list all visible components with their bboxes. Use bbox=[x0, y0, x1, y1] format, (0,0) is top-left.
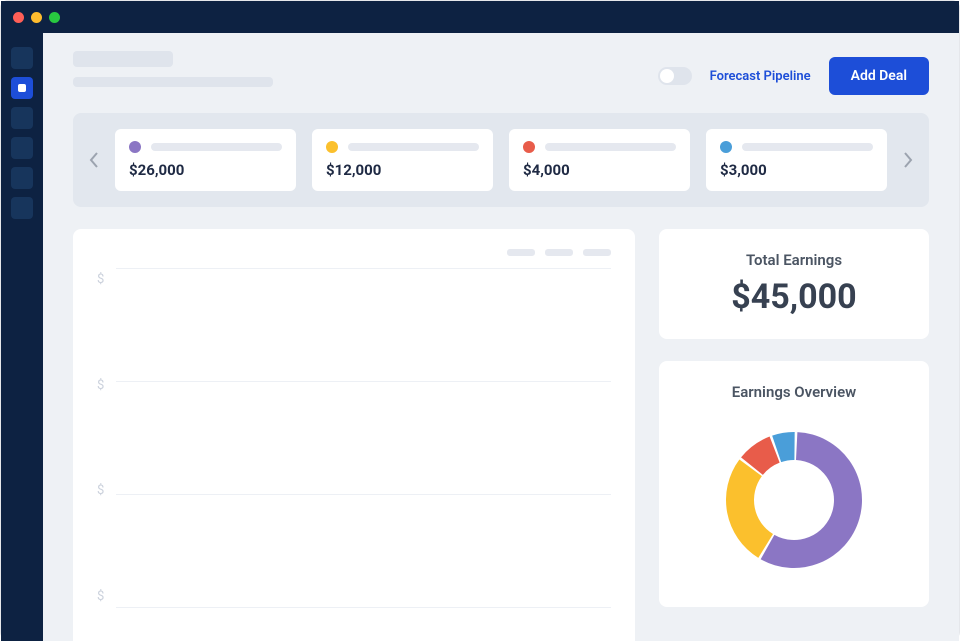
carousel-next-button[interactable] bbox=[897, 151, 919, 169]
kpi-value: $4,000 bbox=[523, 161, 676, 179]
window-titlebar bbox=[1, 1, 959, 33]
sidebar-item-3[interactable] bbox=[11, 107, 33, 129]
chart-legend bbox=[97, 249, 611, 256]
add-deal-button[interactable]: Add Deal bbox=[829, 57, 929, 95]
main-content: Forecast Pipeline Add Deal $26,000 $12,00… bbox=[43, 33, 959, 641]
minimize-icon[interactable] bbox=[31, 12, 42, 23]
sidebar-item-4[interactable] bbox=[11, 137, 33, 159]
earnings-bar-chart: $$$$ bbox=[73, 229, 635, 641]
kpi-label-placeholder bbox=[742, 143, 873, 151]
kpi-value: $3,000 bbox=[720, 161, 873, 179]
total-earnings-title: Total Earnings bbox=[681, 251, 907, 269]
kpi-color-dot bbox=[129, 141, 141, 153]
sidebar-item-1[interactable] bbox=[11, 47, 33, 69]
maximize-icon[interactable] bbox=[49, 12, 60, 23]
kpi-label-placeholder bbox=[545, 143, 676, 151]
kpi-card[interactable]: $26,000 bbox=[115, 129, 296, 191]
earnings-overview-panel: Earnings Overview bbox=[659, 361, 929, 607]
earnings-overview-title: Earnings Overview bbox=[681, 383, 907, 401]
page-title bbox=[73, 51, 273, 87]
kpi-color-dot bbox=[326, 141, 338, 153]
total-earnings-panel: Total Earnings $45,000 bbox=[659, 229, 929, 339]
sidebar-item-deals[interactable] bbox=[11, 77, 33, 99]
kpi-card[interactable]: $12,000 bbox=[312, 129, 493, 191]
earnings-donut-chart bbox=[709, 415, 879, 585]
kpi-color-dot bbox=[720, 141, 732, 153]
sidebar-item-5[interactable] bbox=[11, 167, 33, 189]
forecast-toggle-label: Forecast Pipeline bbox=[710, 69, 811, 84]
close-icon[interactable] bbox=[13, 12, 24, 23]
kpi-card[interactable]: $4,000 bbox=[509, 129, 690, 191]
total-earnings-value: $45,000 bbox=[681, 277, 907, 317]
forecast-toggle[interactable] bbox=[658, 67, 692, 85]
sidebar-nav bbox=[1, 33, 43, 641]
kpi-value: $12,000 bbox=[326, 161, 479, 179]
chart-y-axis: $$$$ bbox=[97, 268, 116, 608]
kpi-value: $26,000 bbox=[129, 161, 282, 179]
kpi-carousel: $26,000 $12,000 $4,000 $3,000 bbox=[73, 113, 929, 207]
carousel-prev-button[interactable] bbox=[83, 151, 105, 169]
kpi-color-dot bbox=[523, 141, 535, 153]
kpi-label-placeholder bbox=[348, 143, 479, 151]
kpi-label-placeholder bbox=[151, 143, 282, 151]
sidebar-item-6[interactable] bbox=[11, 197, 33, 219]
kpi-card[interactable]: $3,000 bbox=[706, 129, 887, 191]
